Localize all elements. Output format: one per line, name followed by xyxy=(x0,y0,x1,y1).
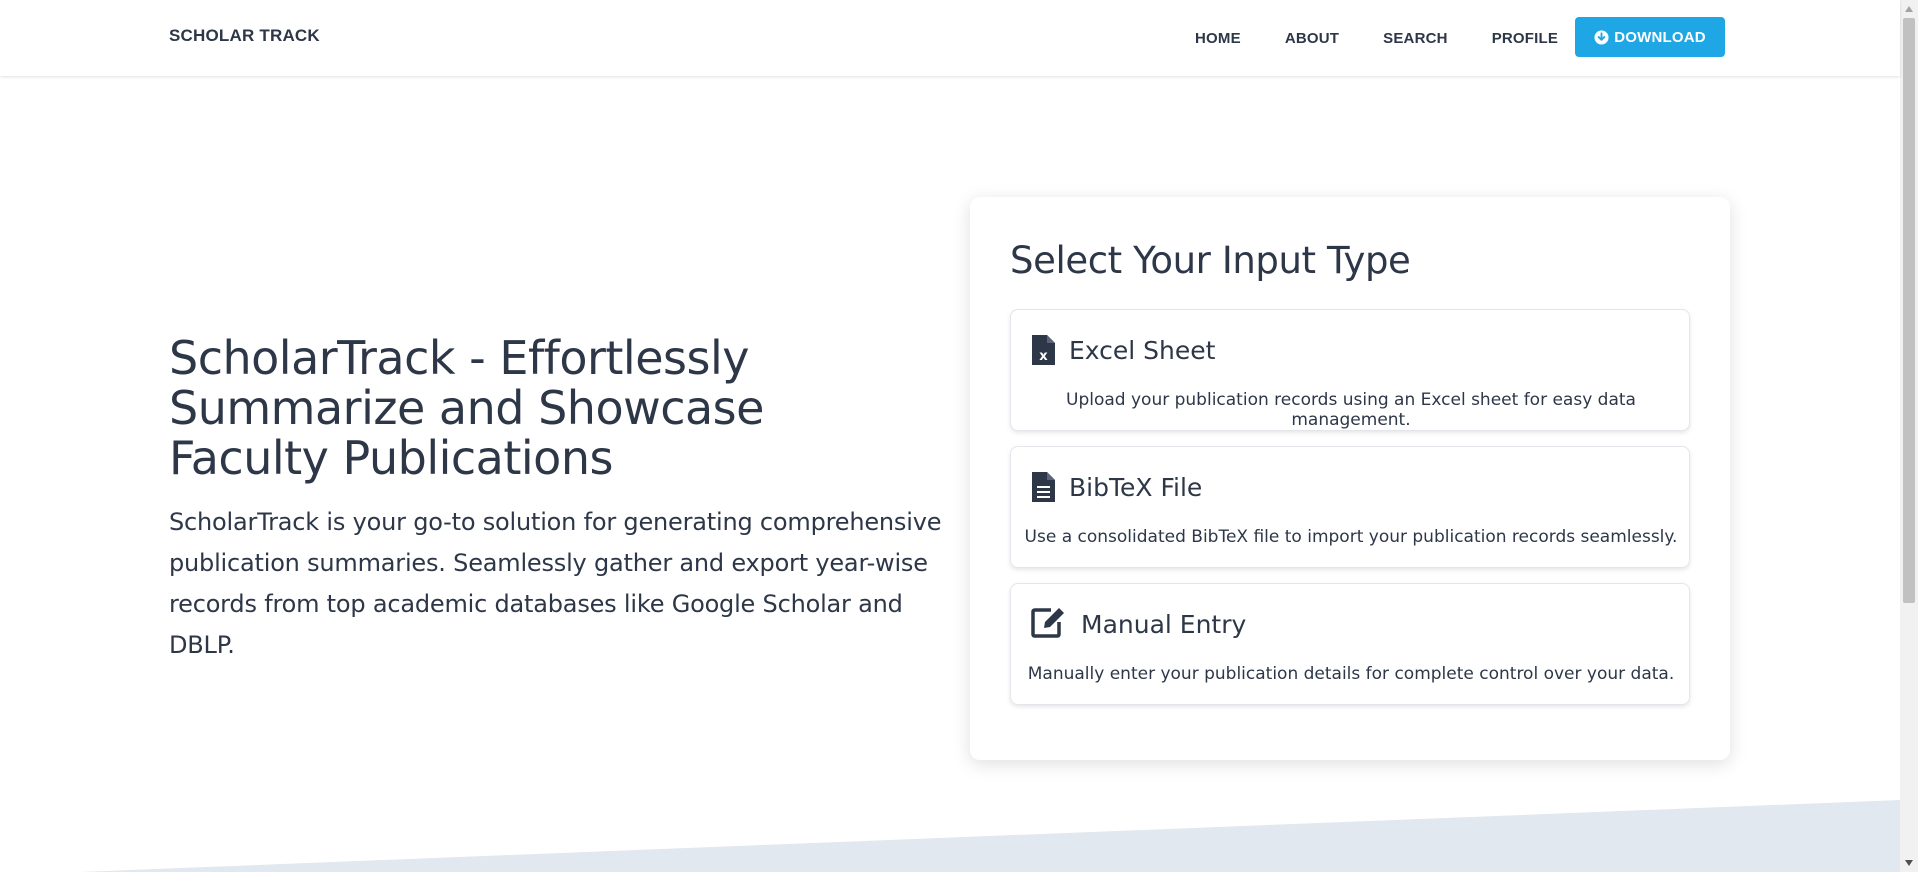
download-icon xyxy=(1594,29,1609,45)
navbar: SCHOLAR TRACK HOME ABOUT SEARCH PROFILE … xyxy=(0,0,1900,76)
edit-icon xyxy=(1031,608,1064,638)
option-manual-entry[interactable]: Manual Entry Manually enter your publica… xyxy=(1010,583,1690,705)
scroll-down-icon[interactable] xyxy=(1900,854,1918,872)
hero-description: ScholarTrack is your go-to solution for … xyxy=(169,508,942,659)
scroll-up-icon[interactable] xyxy=(1900,0,1918,18)
nav-link-about[interactable]: ABOUT xyxy=(1285,30,1339,47)
card-title: Select Your Input Type xyxy=(1010,239,1411,282)
nav-link-home[interactable]: HOME xyxy=(1195,30,1241,47)
hero-title: ScholarTrack - Effortlessly Summarize an… xyxy=(169,331,764,485)
scrollbar[interactable] xyxy=(1900,0,1918,872)
option-description: Manually enter your publication details … xyxy=(1027,664,1675,684)
brand-logo[interactable]: SCHOLAR TRACK xyxy=(169,26,320,46)
download-button[interactable]: DOWNLOAD xyxy=(1575,17,1725,57)
input-type-card: Select Your Input Type x Excel Sheet Upl… xyxy=(970,197,1730,760)
option-bibtex-file[interactable]: BibTeX File Use a consolidated BibTeX fi… xyxy=(1010,446,1690,568)
nav-links: HOME ABOUT SEARCH PROFILE xyxy=(1195,0,1602,76)
svg-text:x: x xyxy=(1039,349,1048,364)
option-excel-sheet[interactable]: x Excel Sheet Upload your publication re… xyxy=(1010,309,1690,431)
page: SCHOLAR TRACK HOME ABOUT SEARCH PROFILE … xyxy=(0,0,1918,872)
option-title: Excel Sheet xyxy=(1069,336,1216,365)
scroll-thumb[interactable] xyxy=(1903,18,1915,603)
option-title: Manual Entry xyxy=(1081,610,1247,639)
download-label: DOWNLOAD xyxy=(1614,28,1706,46)
text-file-icon xyxy=(1032,472,1055,502)
option-title: BibTeX File xyxy=(1069,473,1203,502)
nav-link-profile[interactable]: PROFILE xyxy=(1492,30,1558,47)
option-description: Upload your publication records using an… xyxy=(1066,390,1636,430)
excel-file-icon: x xyxy=(1032,335,1055,365)
nav-link-search[interactable]: SEARCH xyxy=(1383,30,1448,47)
section-divider xyxy=(80,800,1900,872)
option-description: Use a consolidated BibTeX file to import… xyxy=(1024,527,1678,547)
